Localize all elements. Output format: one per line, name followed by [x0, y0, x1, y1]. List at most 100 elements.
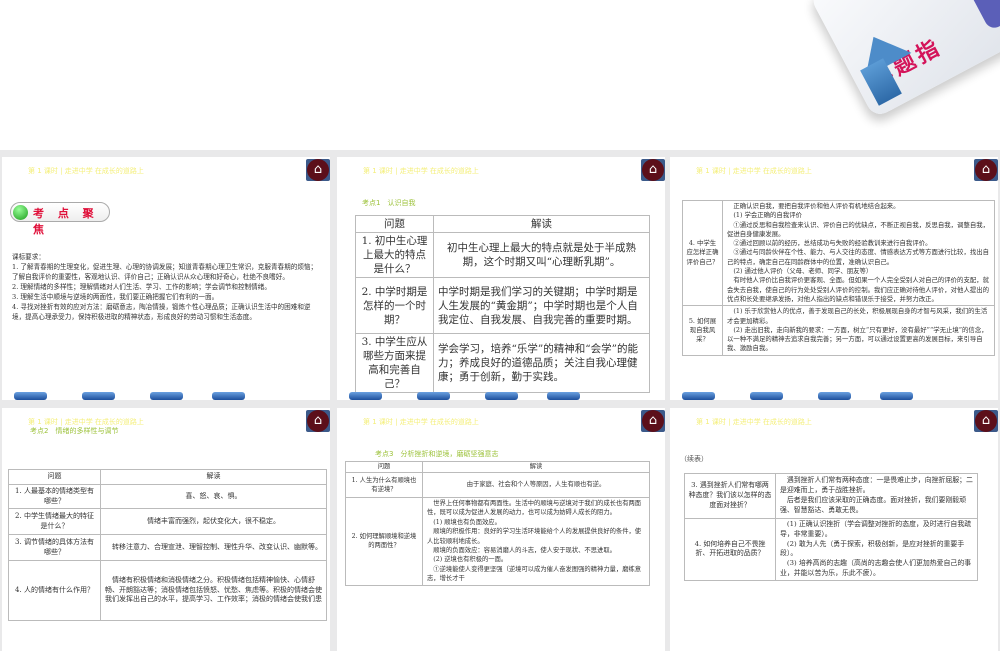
nav-button-1[interactable] [349, 392, 382, 400]
nav-button-4[interactable] [880, 392, 913, 400]
home-icon: ⌂ [975, 159, 997, 181]
question-cell: 5. 如何展现自我风采？ [682, 305, 723, 356]
nav-buttons [337, 392, 665, 400]
slide-thumbnail[interactable]: 第 1 课时 | 走进中学 在成长的道路上 ⌂ 考点2 情绪的多样性与调节 问题 解读 1… [2, 408, 330, 651]
home-button[interactable]: ⌂ [306, 410, 330, 432]
nav-button-3[interactable] [485, 392, 518, 400]
column-header: 解读 [422, 461, 650, 473]
home-button[interactable]: ⌂ [306, 159, 330, 181]
answer-cell: 转移注意力、合理宣泄、理智控制、理性升华、改变认识、幽默等。 [100, 534, 327, 561]
nav-buttons [670, 392, 998, 400]
question-cell: 1. 人最基本的情绪类型有哪些？ [8, 484, 101, 509]
column-header: 问题 [8, 469, 101, 485]
home-button[interactable]: ⌂ [641, 410, 665, 432]
nav-button-2[interactable] [750, 392, 783, 400]
slide-thumbnail[interactable]: 第 1 课时 | 走进中学 在成长的道路上 ⌂ 4. 中学生应怎样正确评价自己？ 正… [670, 157, 998, 400]
home-icon: ⌂ [642, 410, 664, 432]
question-cell: 1. 人生为什么有顺境也有逆境？ [345, 472, 423, 498]
slide-thumbnail[interactable]: 第 1 课时 | 走进中学 在成长的道路上 ⌂ （续表） 3. 遇到挫折人们常有哪两种… [670, 408, 998, 651]
question-cell: 3. 遇到挫折人们常有哪两种态度？我们该以怎样的态度面对挫折？ [684, 473, 776, 519]
table-row: 2. 中学时期是怎样的一个时期？ 中学时期是我们学习的关键期；中学时期是人生发展的… [355, 277, 650, 334]
question-cell: 2. 如何理解顺境和逆境的两面性？ [345, 497, 423, 586]
answer-cell: 由于家庭、社会和个人等原因，人生有顺也有逆。 [422, 472, 650, 498]
nav-button-1[interactable] [682, 392, 715, 400]
section-badge: 考 点 聚 焦 [10, 202, 110, 236]
question-cell: 4. 如何培养自己不畏挫折、开拓进取的品质？ [684, 518, 776, 581]
qa-table: 问题 解读 1. 人最基本的情绪类型有哪些？ 喜、怒、哀、惧。 2. 中学生情绪最大的特… [8, 469, 327, 621]
table-row: 4. 如何培养自己不畏挫折、开拓进取的品质？ (1) 正确认识挫折（学会调整对挫… [684, 518, 978, 581]
nav-button-1[interactable] [14, 392, 47, 400]
table-header-row: 问题 解读 [355, 215, 650, 233]
answer-cell: 初中生心理上最大的特点就是处于半成熟期，这个时期又叫“心理断乳期”。 [433, 232, 650, 278]
answer-cell: 情绪有积极情绪和消极情绪之分。积极情绪包括精神愉快、心情舒畅、开朗豁达等；消极情… [100, 560, 327, 621]
question-cell: 4. 人的情绪有什么作用？ [8, 560, 101, 621]
green-dot-icon [13, 205, 28, 220]
section-label: （续表） [680, 455, 708, 463]
question-cell: 3. 调节情绪的具体方法有哪些？ [8, 534, 101, 561]
nav-buttons [2, 392, 330, 400]
slide-thumbnail[interactable]: 第 1 课时 | 走进中学 在成长的道路上 ⌂ 考 点 聚 焦课标要求： 1. 了解… [2, 157, 330, 400]
home-button[interactable]: ⌂ [641, 159, 665, 181]
table-header-row: 问题 解读 [345, 461, 650, 473]
table-row: 1. 初中生心理上最大的特点是什么？ 初中生心理上最大的特点就是处于半成熟期，这个… [355, 232, 650, 278]
nav-button-4[interactable] [212, 392, 245, 400]
slide-thumbnail[interactable]: 第 1 课时 | 走进中学 在成长的道路上 ⌂ 考点1 认识自我问题 解读 1. 初中生… [337, 157, 665, 400]
home-icon: ⌂ [975, 410, 997, 432]
slide-header: 第 1 课时 | 走进中学 在成长的道路上 [363, 418, 479, 426]
answer-cell: 遇到挫折人们常有两种态度：一是畏难止步，向挫折屈服；二是迎难而上，勇于战胜挫折。… [775, 473, 978, 519]
table-row: 5. 如何展现自我风采？ (1) 乐于欣赏他人的优点，善于发现自己的长处，积极展… [682, 305, 995, 356]
table-row: 2. 如何理解顺境和逆境的两面性？ 世界上任何事物都有两面性。生活中的顺境与逆境… [345, 497, 650, 586]
question-cell: 3. 中学生应从哪些方面来提高和完善自己？ [355, 333, 434, 393]
table-row: 3. 遇到挫折人们常有哪两种态度？我们该以怎样的态度面对挫折？ 遇到挫折人们常有… [684, 473, 978, 519]
question-cell: 2. 中学生情绪最大的特征是什么？ [8, 508, 101, 535]
home-icon: ⌂ [307, 410, 329, 432]
table-row: 3. 调节情绪的具体方法有哪些？ 转移注意力、合理宣泄、理智控制、理性升华、改变… [8, 534, 327, 561]
question-cell: 2. 中学时期是怎样的一个时期？ [355, 277, 434, 334]
nav-button-4[interactable] [547, 392, 580, 400]
column-header: 解读 [433, 215, 650, 233]
answer-cell: 中学时期是我们学习的关键期；中学时期是人生发展的“黄金期”；中学时期也是个人自我… [433, 277, 650, 334]
answer-cell: 世界上任何事物都有两面性。生活中的顺境与逆境对于我们的成长也有两面性，既可以成为… [422, 497, 650, 586]
home-icon: ⌂ [642, 159, 664, 181]
home-button[interactable]: ⌂ [974, 410, 998, 432]
answer-cell: 正确认识自我，要把自我评价和他人评价有机地结合起来。 (1) 学会正确的自我评价… [722, 199, 995, 307]
nav-button-2[interactable] [82, 392, 115, 400]
answer-cell: 喜、怒、哀、惧。 [100, 484, 327, 509]
column-header: 解读 [100, 469, 327, 485]
title-area: 解题指 [0, 0, 1000, 150]
column-header: 问题 [345, 461, 423, 473]
table-row: 1. 人生为什么有顺境也有逆境？ 由于家庭、社会和个人等原因，人生有顺也有逆。 [345, 472, 650, 498]
answer-cell: 情绪丰富而强烈，起伏变化大，很不稳定。 [100, 508, 327, 535]
question-cell: 1. 初中生心理上最大的特点是什么？ [355, 232, 434, 278]
home-icon: ⌂ [307, 159, 329, 181]
qa-table: 问题 解读 1. 人生为什么有顺境也有逆境？ 由于家庭、社会和个人等原因，人生有顺也有… [345, 461, 650, 586]
badge-label: 考 点 聚 焦 [33, 207, 99, 236]
curriculum-requirements: 课标要求： 1. 了解青春期的生理变化，促进生理、心理的协调发展；知道青春期心理… [12, 253, 318, 321]
table-row: 2. 中学生情绪最大的特征是什么？ 情绪丰富而强烈，起伏变化大，很不稳定。 [8, 508, 327, 535]
table-row: 3. 中学生应从哪些方面来提高和完善自己？ 学会学习，培养“乐学”的精神和“会学”… [355, 333, 650, 393]
table-row: 4. 人的情绪有什么作用？ 情绪有积极情绪和消极情绪之分。积极情绪包括精神愉快、… [8, 560, 327, 621]
slide-header: 第 1 课时 | 走进中学 在成长的道路上 [28, 167, 144, 175]
slide-header: 第 1 课时 | 走进中学 在成长的道路上 [363, 167, 479, 175]
table-row: 4. 中学生应怎样正确评价自己？ 正确认识自我，要把自我评价和他人评价有机地结合… [682, 199, 995, 307]
column-header: 问题 [355, 215, 434, 233]
table-header-row: 问题 解读 [8, 469, 327, 485]
table-row: 1. 人最基本的情绪类型有哪些？ 喜、怒、哀、惧。 [8, 484, 327, 509]
slide-header: 第 1 课时 | 走进中学 在成长的道路上 [696, 167, 812, 175]
answer-cell: (1) 正确认识挫折（学会调整对挫折的态度，及时进行自我疏导，非常重要）。 (2… [775, 518, 978, 581]
nav-button-3[interactable] [150, 392, 183, 400]
answer-cell: 学会学习，培养“乐学”的精神和“会学”的能力；养成良好的道德品质；关注自我心理健… [433, 333, 650, 393]
banner-card: 解题指 [808, 0, 1000, 119]
section-label: 考点2 情绪的多样性与调节 [30, 427, 119, 435]
section-label: 考点1 认识自我 [362, 199, 416, 207]
qa-table: 问题 解读 1. 初中生心理上最大的特点是什么？ 初中生心理上最大的特点就是处于半成熟… [355, 215, 650, 393]
nav-button-2[interactable] [417, 392, 450, 400]
qa-table: 3. 遇到挫折人们常有哪两种态度？我们该以怎样的态度面对挫折？ 遇到挫折人们常有… [684, 473, 978, 581]
answer-cell: (1) 乐于欣赏他人的优点，善于发现自己的长处，积极展现自身的才智与风采，我们的… [722, 305, 995, 356]
section-label: 考点3 分析挫折和逆境，磨砺坚强意志 [375, 450, 499, 458]
qa-table: 4. 中学生应怎样正确评价自己？ 正确认识自我，要把自我评价和他人评价有机地结合… [682, 199, 995, 356]
home-button[interactable]: ⌂ [974, 159, 998, 181]
slide-thumbnail[interactable]: 第 1 课时 | 走进中学 在成长的道路上 ⌂ 考点3 分析挫折和逆境，磨砺坚强意志… [337, 408, 665, 651]
question-cell: 4. 中学生应怎样正确评价自己？ [682, 199, 723, 307]
nav-button-3[interactable] [818, 392, 851, 400]
